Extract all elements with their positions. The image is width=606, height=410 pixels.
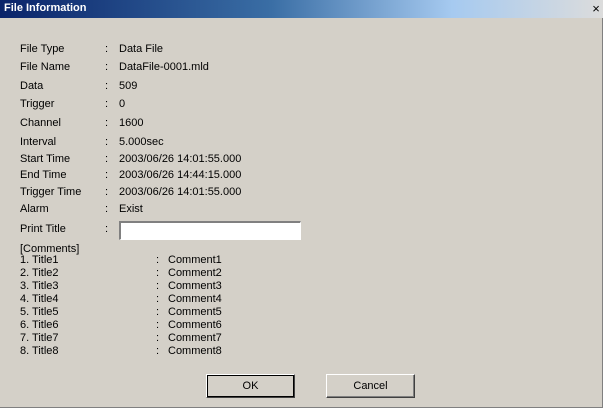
field-value: 2003/06/26 14:01:55.000 xyxy=(119,186,242,198)
print-title-colon: : xyxy=(105,223,109,235)
comment-colon: : xyxy=(156,319,160,331)
field-colon: : xyxy=(105,169,109,181)
field-colon: : xyxy=(105,136,109,148)
title-bar: File Information × xyxy=(0,0,603,18)
field-label: Channel xyxy=(20,117,61,129)
print-title-input[interactable] xyxy=(119,221,301,240)
comment-colon: : xyxy=(156,345,160,357)
comment-colon: : xyxy=(156,306,160,318)
field-colon: : xyxy=(105,153,109,165)
field-label: End Time xyxy=(20,169,67,181)
close-icon[interactable]: × xyxy=(589,1,603,16)
field-value: 0 xyxy=(119,98,126,110)
field-colon: : xyxy=(105,117,109,129)
comment-title: 8. Title8 xyxy=(20,345,59,357)
cancel-button[interactable]: Cancel xyxy=(326,374,415,398)
field-label: Alarm xyxy=(20,203,49,215)
comment-colon: : xyxy=(156,280,160,292)
comment-title: 6. Title6 xyxy=(20,319,59,331)
file-information-dialog: File Information × File Type : Data File… xyxy=(0,0,603,408)
comment-value: Comment1 xyxy=(168,254,222,266)
field-label: Trigger Time xyxy=(20,186,82,198)
field-label: File Type xyxy=(20,43,65,55)
field-colon: : xyxy=(105,186,109,198)
comment-title: 7. Title7 xyxy=(20,332,59,344)
comment-title: 4. Title4 xyxy=(20,293,59,305)
field-label: File Name xyxy=(20,61,71,73)
comment-title: 1. Title1 xyxy=(20,254,59,266)
comment-value: Comment7 xyxy=(168,332,222,344)
field-value: Exist xyxy=(119,203,143,215)
comment-colon: : xyxy=(156,254,160,266)
field-value: DataFile-0001.mld xyxy=(119,61,209,73)
comment-value: Comment3 xyxy=(168,280,222,292)
field-value: 2003/06/26 14:44:15.000 xyxy=(119,169,242,181)
field-value: 509 xyxy=(119,80,138,92)
field-label: Data xyxy=(20,80,44,92)
comment-value: Comment8 xyxy=(168,345,222,357)
comment-title: 2. Title2 xyxy=(20,267,59,279)
field-colon: : xyxy=(105,61,109,73)
ok-button[interactable]: OK xyxy=(206,374,295,398)
comment-colon: : xyxy=(156,332,160,344)
comment-colon: : xyxy=(156,267,160,279)
field-label: Start Time xyxy=(20,153,71,165)
field-label: Interval xyxy=(20,136,57,148)
field-value: 2003/06/26 14:01:55.000 xyxy=(119,153,242,165)
field-colon: : xyxy=(105,43,109,55)
print-title-label: Print Title xyxy=(20,223,66,235)
field-colon: : xyxy=(105,203,109,215)
field-value: 1600 xyxy=(119,117,144,129)
comment-value: Comment4 xyxy=(168,293,222,305)
field-label: Trigger xyxy=(20,98,55,110)
comment-title: 3. Title3 xyxy=(20,280,59,292)
field-value: Data File xyxy=(119,43,164,55)
field-colon: : xyxy=(105,98,109,110)
comment-colon: : xyxy=(156,293,160,305)
field-value: 5.000sec xyxy=(119,136,164,148)
comment-title: 5. Title5 xyxy=(20,306,59,318)
comment-value: Comment5 xyxy=(168,306,222,318)
window-title: File Information xyxy=(4,2,87,14)
field-colon: : xyxy=(105,80,109,92)
comment-value: Comment2 xyxy=(168,267,222,279)
comment-value: Comment6 xyxy=(168,319,222,331)
